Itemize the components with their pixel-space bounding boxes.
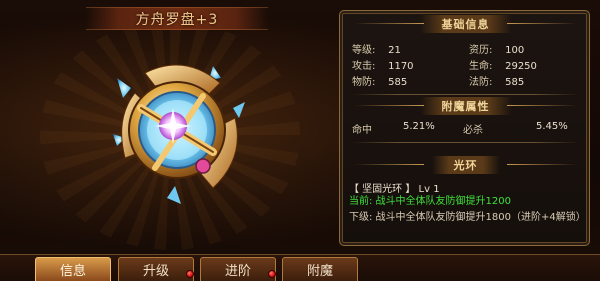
stat-physical-defense: 物防: 585 (352, 77, 408, 88)
item-info-panel: 基础信息 等级: 21 资历: 100 攻击: 1170 生命: 29250 物… (339, 10, 590, 246)
stat-seniority: 资历: 100 (469, 45, 525, 56)
item-title: 方舟罗盘+3 (135, 11, 219, 28)
tab-info-label: 信息 (59, 264, 86, 279)
aura-current-effect: 当前: 战斗中全体队友防御提升1200 (349, 196, 511, 207)
stat-crit: 必杀 (463, 125, 483, 136)
tab-upgrade-label: 升级 (142, 264, 169, 279)
stat-hp: 生命: 29250 (469, 61, 537, 72)
item-title-banner: 方舟罗盘+3 (86, 7, 268, 30)
notification-dot-icon (268, 270, 276, 278)
stat-level: 等级: 21 (352, 45, 401, 56)
tab-upgrade[interactable]: 升级 (118, 257, 194, 281)
aura-heading: 光环 (348, 155, 583, 174)
stat-magic-defense: 法防: 585 (469, 77, 525, 88)
tab-advance-label: 进阶 (224, 264, 251, 279)
stat-attack: 攻击: 1170 (352, 61, 414, 72)
tab-enchant-label: 附魔 (306, 264, 333, 279)
tab-info[interactable]: 信息 (35, 257, 111, 281)
enchant-heading: 附魔属性 (348, 96, 583, 115)
notification-dot-icon (186, 270, 194, 278)
aura-name: 【 坚固光环 】 Lv 1 (349, 184, 440, 195)
stat-crit-value: 5.45% (536, 121, 568, 132)
aura-next-effect: 下级: 战斗中全体队友防御提升1800（进阶+4解锁） (349, 212, 586, 223)
stat-hit-value: 5.21% (403, 121, 435, 132)
divider (352, 142, 579, 143)
compass-artifact-icon (95, 48, 255, 208)
basic-info-heading: 基础信息 (348, 14, 583, 33)
tab-advance[interactable]: 进阶 (200, 257, 276, 281)
tab-enchant[interactable]: 附魔 (282, 257, 358, 281)
divider (352, 94, 579, 95)
stat-hit: 命中 (352, 125, 372, 136)
